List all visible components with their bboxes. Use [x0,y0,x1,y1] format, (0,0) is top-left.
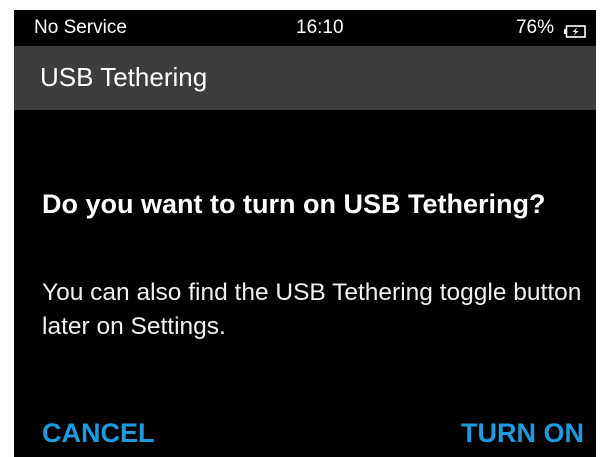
carrier-status: No Service [34,17,127,38]
battery-percentage: 76% [515,17,554,38]
dialog-message: You can also find the USB Tethering togg… [42,279,582,340]
clock: 16:10 [296,17,344,38]
device-screen: No Service 16:10 76% USB Tethering Do yo… [14,10,596,457]
dialog-question: Do you want to turn on USB Tethering? [42,189,546,219]
status-bar: No Service 16:10 76% [14,10,596,46]
battery-charging-icon [564,22,586,38]
title-bar: USB Tethering [14,46,596,110]
page-title: USB Tethering [40,62,208,92]
battery-status: 76% [516,17,586,39]
cancel-button[interactable]: CANCEL [42,418,155,449]
turn-on-button[interactable]: TURN ON [461,418,584,449]
